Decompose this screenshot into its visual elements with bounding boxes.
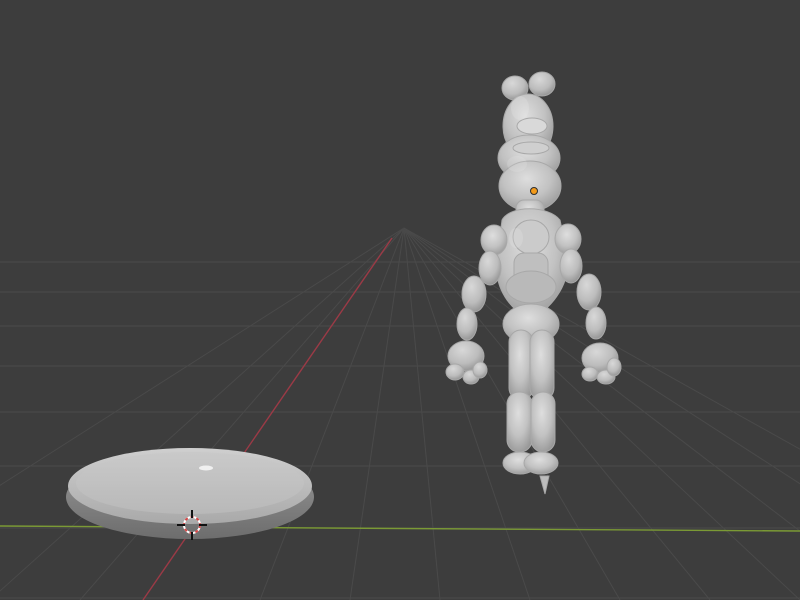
viewport-scene[interactable] bbox=[0, 0, 800, 600]
object-origin-point bbox=[530, 187, 538, 195]
3d-viewport[interactable] bbox=[0, 0, 800, 600]
floor-grid bbox=[0, 227, 800, 600]
display-base[interactable] bbox=[66, 448, 314, 539]
